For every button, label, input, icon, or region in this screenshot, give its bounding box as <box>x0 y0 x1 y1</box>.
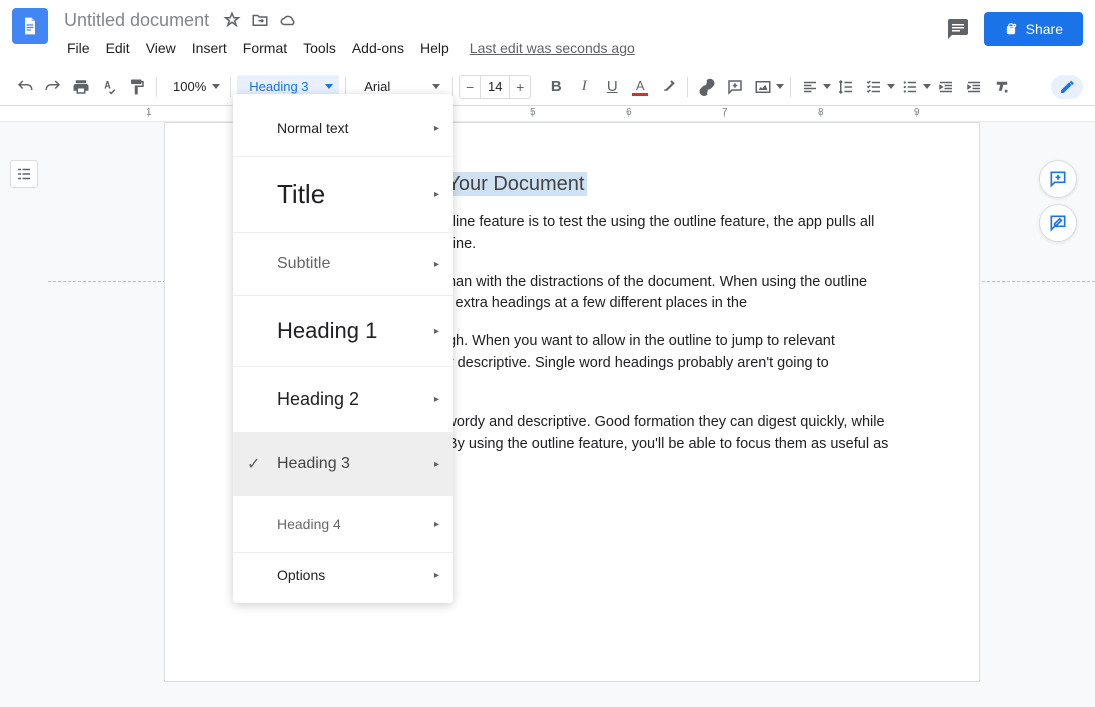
chevron-right-icon: ▸ <box>434 123 439 134</box>
chevron-down-icon <box>776 84 784 89</box>
style-option-options[interactable]: Options▸ <box>233 553 453 597</box>
docs-logo[interactable] <box>12 8 48 44</box>
document-title[interactable]: Untitled document <box>60 9 213 32</box>
chevron-down-icon <box>325 84 333 89</box>
menu-help[interactable]: Help <box>413 36 456 60</box>
menu-tools[interactable]: Tools <box>296 36 343 60</box>
suggest-fab[interactable] <box>1039 204 1077 242</box>
zoom-select[interactable]: 100% <box>163 76 224 97</box>
chevron-right-icon: ▸ <box>434 519 439 530</box>
chevron-down-icon <box>887 84 895 89</box>
add-comment-fab[interactable] <box>1039 160 1077 198</box>
checklist-button[interactable] <box>861 74 887 100</box>
bulleted-list-button[interactable] <box>897 74 923 100</box>
font-size-decrease[interactable]: − <box>460 76 480 98</box>
align-button[interactable] <box>797 74 823 100</box>
outline-toggle[interactable] <box>10 160 38 188</box>
style-option-title[interactable]: Title▸ <box>233 157 453 233</box>
style-option-h1[interactable]: Heading 1▸ <box>233 296 453 367</box>
paint-format-button[interactable] <box>124 74 150 100</box>
canvas: e the Organization of Your Document ns t… <box>0 122 1095 707</box>
share-button[interactable]: Share <box>984 12 1083 46</box>
font-size-increase[interactable]: + <box>510 76 530 98</box>
line-spacing-button[interactable] <box>833 74 859 100</box>
text-color-button[interactable]: A <box>627 74 653 100</box>
font-size-input[interactable]: 14 <box>480 76 510 98</box>
menu-view[interactable]: View <box>139 36 183 60</box>
menu-file[interactable]: File <box>60 36 97 60</box>
chevron-right-icon: ▸ <box>434 394 439 405</box>
image-button[interactable] <box>750 74 776 100</box>
italic-button[interactable]: I <box>571 74 597 100</box>
chevron-right-icon: ▸ <box>434 459 439 470</box>
chevron-right-icon: ▸ <box>434 259 439 270</box>
toolbar: 100% Heading 3 Arial − 14 + B I U A <box>0 68 1095 106</box>
font-size-control: − 14 + <box>459 75 531 99</box>
header: Untitled document File Edit View Insert … <box>0 0 1095 60</box>
comment-button[interactable] <box>722 74 748 100</box>
chevron-down-icon <box>212 84 220 89</box>
style-option-h4[interactable]: Heading 4▸ <box>233 496 453 553</box>
chevron-right-icon: ▸ <box>434 189 439 200</box>
star-icon[interactable] <box>223 11 241 29</box>
print-button[interactable] <box>68 74 94 100</box>
spellcheck-button[interactable] <box>96 74 122 100</box>
paragraph-style-dropdown: Normal text▸ Title▸ Subtitle▸ Heading 1▸… <box>233 94 453 603</box>
style-option-normal[interactable]: Normal text▸ <box>233 100 453 157</box>
menu-addons[interactable]: Add-ons <box>345 36 411 60</box>
style-option-h3[interactable]: ✓Heading 3▸ <box>233 433 453 496</box>
menubar: File Edit View Insert Format Tools Add-o… <box>60 36 946 60</box>
chevron-right-icon: ▸ <box>434 570 439 581</box>
editing-mode-button[interactable] <box>1051 75 1083 99</box>
menu-insert[interactable]: Insert <box>185 36 234 60</box>
menu-edit[interactable]: Edit <box>99 36 137 60</box>
redo-button[interactable] <box>40 74 66 100</box>
cloud-icon[interactable] <box>279 11 297 29</box>
indent-button[interactable] <box>961 74 987 100</box>
style-option-subtitle[interactable]: Subtitle▸ <box>233 233 453 296</box>
move-icon[interactable] <box>251 11 269 29</box>
style-option-h2[interactable]: Heading 2▸ <box>233 367 453 433</box>
undo-button[interactable] <box>12 74 38 100</box>
highlight-button[interactable] <box>655 74 681 100</box>
chevron-down-icon <box>823 84 831 89</box>
chevron-right-icon: ▸ <box>434 326 439 337</box>
outdent-button[interactable] <box>933 74 959 100</box>
link-button[interactable] <box>694 74 720 100</box>
last-edit-link[interactable]: Last edit was seconds ago <box>470 36 635 60</box>
chevron-down-icon <box>923 84 931 89</box>
menu-format[interactable]: Format <box>236 36 294 60</box>
share-label: Share <box>1026 21 1063 37</box>
ruler: 1 2 3 4 5 6 7 8 9 <box>0 106 1095 122</box>
underline-button[interactable]: U <box>599 74 625 100</box>
clear-format-button[interactable] <box>989 74 1015 100</box>
title-area: Untitled document File Edit View Insert … <box>60 8 946 60</box>
bold-button[interactable]: B <box>543 74 569 100</box>
comments-icon[interactable] <box>946 17 970 41</box>
chevron-down-icon <box>432 84 440 89</box>
check-icon: ✓ <box>247 454 260 474</box>
